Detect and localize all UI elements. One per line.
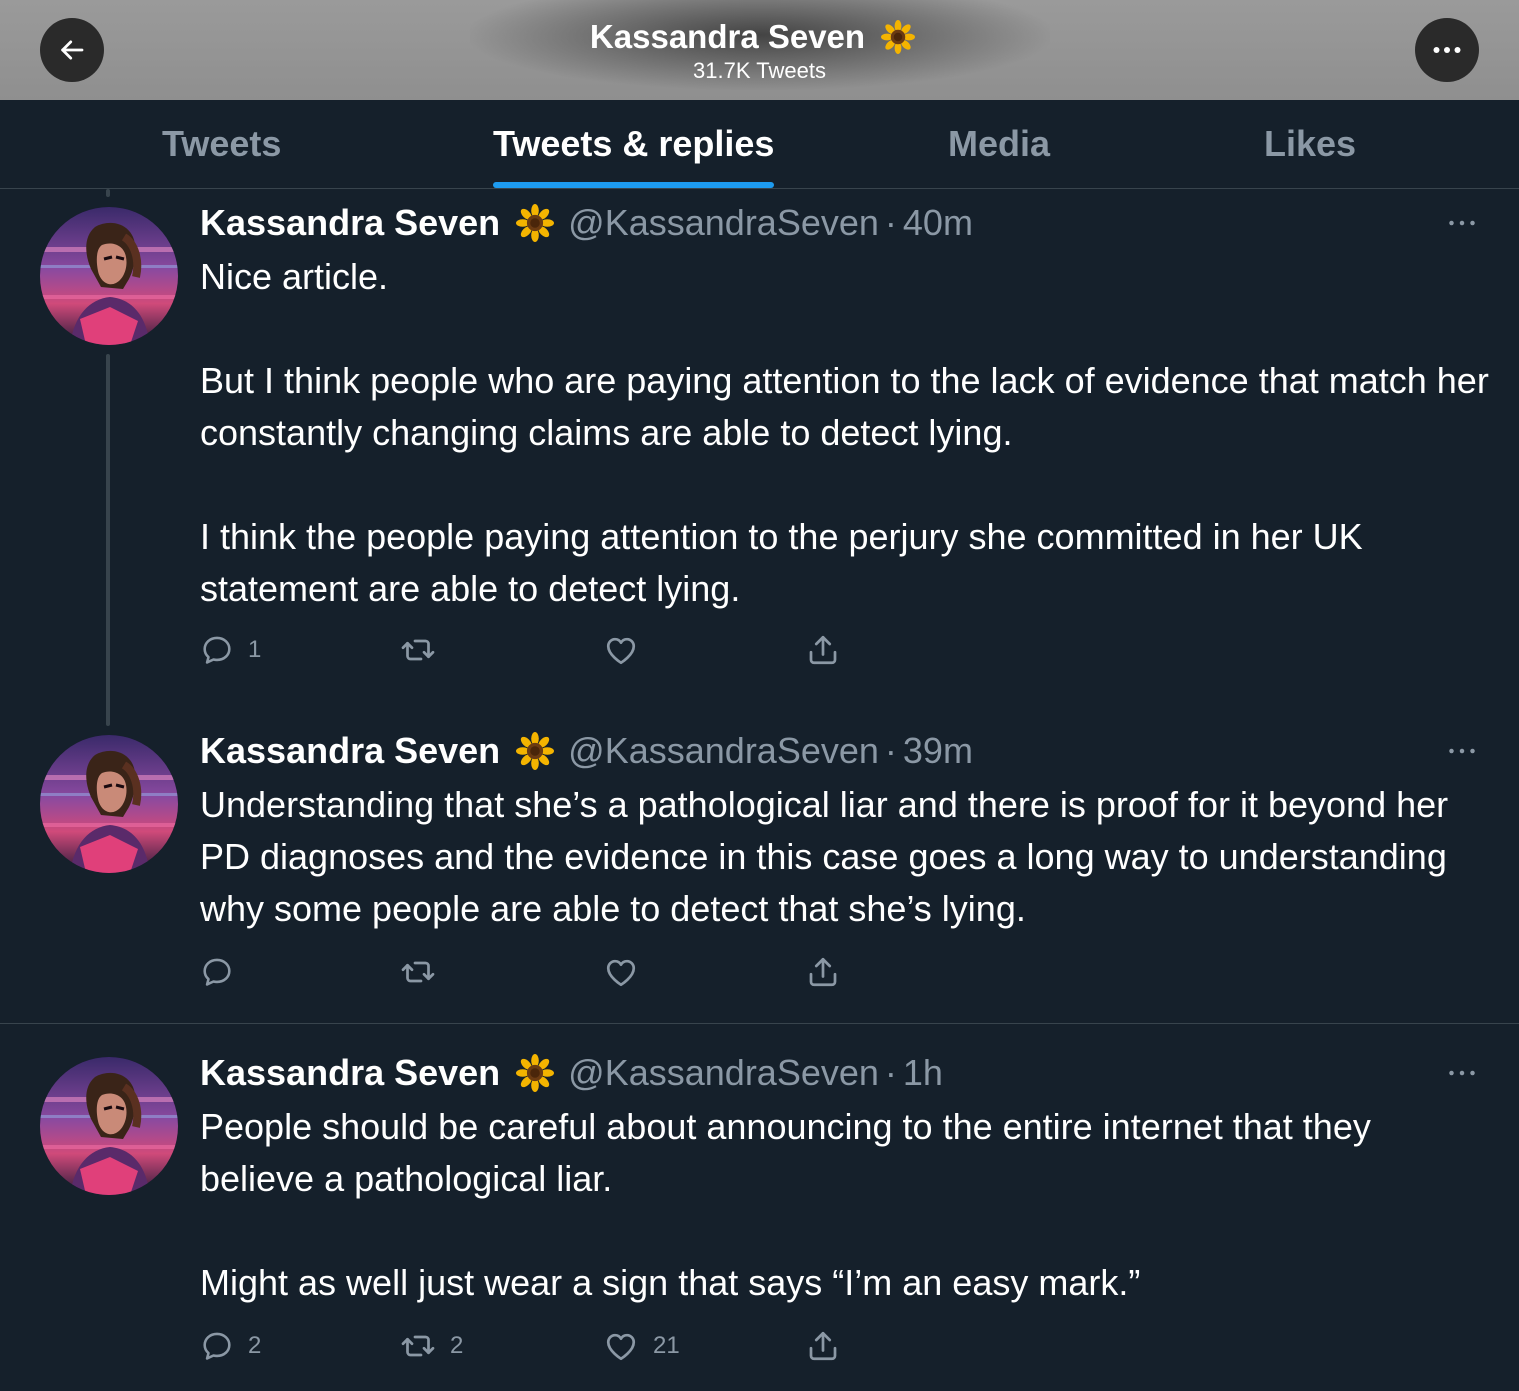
ellipsis-icon	[1447, 746, 1477, 756]
reply-icon	[200, 633, 234, 667]
like-count: 21	[653, 1332, 680, 1359]
tweet-text: People should be careful about announcin…	[200, 1101, 1490, 1309]
tweet[interactable]: Kassandra Seven @KassandraSeven · 40m Ni…	[0, 189, 1519, 709]
sunflower-icon	[881, 20, 915, 54]
tweet-paragraph: Understanding that she’s a pathological …	[200, 784, 1449, 929]
tweet[interactable]: Kassandra Seven @KassandraSeven · 1h Peo…	[0, 1024, 1519, 1391]
share-button[interactable]	[805, 1326, 841, 1366]
timestamp[interactable]: 39m	[903, 730, 973, 772]
header-center: Kassandra Seven 31.7K Tweets	[0, 16, 1519, 84]
share-icon	[805, 954, 841, 990]
share-button[interactable]	[805, 952, 841, 992]
reply-count: 2	[248, 1332, 262, 1359]
like-button[interactable]: 21	[603, 1326, 680, 1366]
retweet-count: 2	[450, 1332, 464, 1359]
retweet-icon	[400, 1328, 436, 1364]
like-button[interactable]	[603, 952, 653, 992]
like-icon	[603, 954, 639, 990]
reply-button[interactable]: 2	[200, 1326, 261, 1366]
retweet-button[interactable]: 2	[400, 1326, 463, 1366]
active-tab-indicator	[493, 182, 775, 188]
header-title: Kassandra Seven	[590, 16, 929, 58]
like-icon	[603, 1328, 639, 1364]
tweet-paragraph: I think the people paying attention to t…	[200, 516, 1363, 609]
tweet-menu-button[interactable]	[1440, 208, 1484, 238]
avatar[interactable]	[40, 735, 178, 873]
tweet-paragraph: Might as well just wear a sign that says…	[200, 1262, 1141, 1303]
tweet-text: Nice article. But I think people who are…	[200, 251, 1490, 615]
reply-button[interactable]: 1	[200, 630, 261, 670]
separator-dot: ·	[884, 202, 897, 243]
tweet-actions	[200, 952, 900, 992]
tweet-header: Kassandra Seven @KassandraSeven · 1h	[200, 1051, 943, 1095]
sunflower-icon	[516, 204, 554, 242]
profile-header: Kassandra Seven 31.7K Tweets	[0, 0, 1519, 100]
tab-likes[interactable]: Likes	[1264, 100, 1356, 188]
avatar[interactable]	[40, 207, 178, 345]
tweet-menu-button[interactable]	[1440, 736, 1484, 766]
avatar[interactable]	[40, 1057, 178, 1195]
like-button[interactable]	[603, 630, 653, 670]
author-handle[interactable]: @KassandraSeven	[568, 202, 879, 244]
tab-media[interactable]: Media	[948, 100, 1050, 188]
tweet-text: Understanding that she’s a pathological …	[200, 779, 1490, 935]
sunflower-icon	[516, 1054, 554, 1092]
author-handle[interactable]: @KassandraSeven	[568, 1052, 879, 1094]
author-name[interactable]: Kassandra Seven	[200, 202, 500, 244]
sunflower-icon	[516, 732, 554, 770]
retweet-icon	[400, 632, 436, 668]
retweet-button[interactable]	[400, 630, 450, 670]
more-options-button[interactable]	[1415, 18, 1479, 82]
author-name[interactable]: Kassandra Seven	[200, 1052, 500, 1094]
timestamp[interactable]: 40m	[903, 202, 973, 244]
reply-button[interactable]	[200, 952, 248, 992]
like-icon	[603, 632, 639, 668]
share-icon	[805, 1328, 841, 1364]
tab-label: Media	[948, 123, 1051, 164]
separator-dot: ·	[884, 730, 897, 771]
separator-dot: ·	[884, 1052, 897, 1093]
tweet-paragraph: People should be careful about announcin…	[200, 1106, 1371, 1199]
tweet-header: Kassandra Seven @KassandraSeven · 39m	[200, 729, 973, 773]
profile-tabs: Tweets Tweets & replies Media Likes	[0, 100, 1519, 189]
author-name[interactable]: Kassandra Seven	[200, 730, 500, 772]
tweet[interactable]: Kassandra Seven @KassandraSeven · 39m Un…	[0, 717, 1519, 1023]
share-icon	[805, 632, 841, 668]
tab-label: Tweets	[162, 123, 282, 164]
share-button[interactable]	[805, 630, 841, 670]
ellipsis-icon	[1433, 47, 1461, 53]
tab-tweets[interactable]: Tweets	[162, 100, 281, 188]
timestamp[interactable]: 1h	[903, 1052, 943, 1094]
tweet-header: Kassandra Seven @KassandraSeven · 40m	[200, 201, 973, 245]
tweet-menu-button[interactable]	[1440, 1058, 1484, 1088]
tweet-count: 31.7K Tweets	[693, 58, 826, 83]
tab-tweets-and-replies[interactable]: Tweets & replies	[493, 100, 775, 188]
ellipsis-icon	[1447, 1068, 1477, 1078]
reply-icon	[200, 955, 234, 989]
profile-name: Kassandra Seven	[589, 18, 866, 55]
tweet-actions: 1	[200, 630, 900, 670]
author-handle[interactable]: @KassandraSeven	[568, 730, 879, 772]
tab-label: Likes	[1264, 123, 1357, 164]
reply-icon	[200, 1329, 234, 1363]
retweet-button[interactable]	[400, 952, 450, 992]
reply-count: 1	[248, 636, 262, 663]
retweet-icon	[400, 954, 436, 990]
ellipsis-icon	[1447, 218, 1477, 228]
tab-label: Tweets & replies	[493, 123, 775, 164]
tweet-paragraph: But I think people who are paying attent…	[200, 360, 1489, 453]
tweet-paragraph: Nice article.	[200, 256, 389, 297]
tweet-actions: 2 2 21	[200, 1326, 900, 1366]
